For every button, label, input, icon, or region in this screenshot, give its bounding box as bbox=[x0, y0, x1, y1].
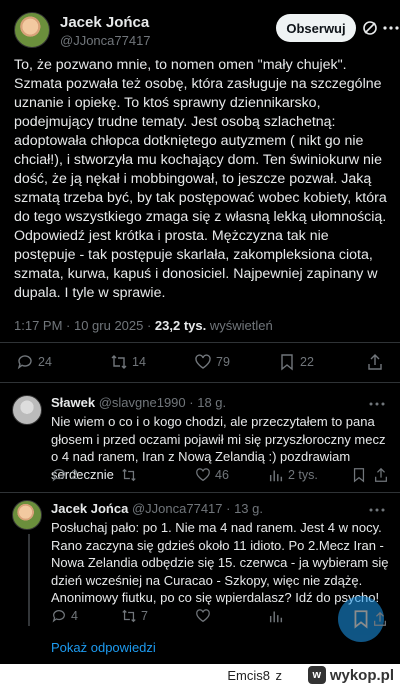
author-avatar[interactable] bbox=[14, 12, 50, 48]
more-options-icon[interactable] bbox=[368, 397, 386, 411]
reply-count: 4 bbox=[71, 609, 78, 623]
site-logo-icon: w bbox=[307, 666, 326, 684]
like-button[interactable]: 46 bbox=[195, 467, 229, 483]
like-button[interactable]: 79 bbox=[194, 353, 230, 371]
repost-button[interactable] bbox=[121, 467, 137, 483]
author-name[interactable]: Jacek Jońca bbox=[60, 14, 149, 31]
uploader-name: Emcis8 bbox=[227, 668, 270, 683]
post-actions: 24 14 79 22 bbox=[14, 353, 386, 373]
reply-count: 24 bbox=[38, 355, 52, 369]
repost-count: 7 bbox=[141, 609, 148, 623]
bookmark-icon bbox=[354, 610, 368, 629]
reply-button[interactable]: 4 bbox=[51, 608, 78, 624]
reply-button[interactable]: 24 bbox=[16, 353, 52, 371]
repost-icon bbox=[111, 355, 127, 369]
reply-time[interactable]: · 18 g. bbox=[186, 395, 226, 410]
reply-count: 2 bbox=[71, 468, 78, 482]
views-label: wyświetleń bbox=[206, 318, 273, 333]
repost-count: 14 bbox=[132, 355, 146, 369]
site-logo: w wykop.pl bbox=[307, 666, 394, 684]
views-icon bbox=[269, 611, 283, 623]
divider bbox=[0, 382, 400, 383]
author-handle[interactable]: @JJonca77417 bbox=[60, 33, 151, 48]
reply-header: Sławek @slavgne1990 · 18 g. bbox=[51, 395, 226, 410]
divider bbox=[0, 342, 400, 343]
bookmark-button[interactable]: 22 bbox=[278, 353, 314, 371]
reply-text: Posłuchaj pało: po 1. Nie ma 4 nad ranem… bbox=[51, 520, 393, 605]
watermark-bar: Emcis8 z w wykop.pl bbox=[0, 664, 400, 686]
share-button[interactable] bbox=[373, 467, 389, 483]
reply-avatar[interactable] bbox=[12, 395, 42, 425]
post-header: Jacek Jońca @JJonca77417 Obserwuj bbox=[14, 12, 399, 48]
reply-header: Jacek Jońca @JJonca77417 · 13 g. bbox=[51, 501, 263, 516]
reply-author-handle[interactable]: @slavgne1990 bbox=[99, 395, 186, 410]
bookmark-count: 22 bbox=[300, 355, 314, 369]
heart-icon bbox=[196, 468, 210, 482]
view-count: 23,2 tys. bbox=[154, 318, 207, 333]
uploader-preposition: z bbox=[275, 668, 283, 683]
divider bbox=[0, 492, 400, 493]
more-options-icon[interactable] bbox=[368, 503, 386, 517]
bookmark-icon bbox=[353, 468, 365, 483]
post-meta: 1:17 PM · 10 gru 2025 · 23,2 tys. wyświe… bbox=[14, 318, 273, 333]
grok-icon[interactable] bbox=[362, 20, 378, 36]
share-icon bbox=[375, 467, 387, 482]
like-button[interactable] bbox=[195, 608, 211, 624]
reply-icon bbox=[52, 469, 65, 482]
more-options-icon[interactable] bbox=[382, 20, 400, 36]
views-button[interactable]: 2 tys. bbox=[268, 467, 318, 483]
share-icon bbox=[368, 354, 382, 370]
bookmark-icon bbox=[281, 354, 293, 371]
post-timestamp[interactable]: 1:17 PM · 10 gru 2025 · bbox=[14, 318, 155, 333]
follow-button[interactable]: Obserwuj bbox=[276, 14, 356, 42]
views-icon bbox=[269, 470, 283, 482]
reply-avatar[interactable] bbox=[12, 500, 42, 530]
post-text: To, że pozwano mnie, to nomen omen "mały… bbox=[14, 57, 391, 301]
heart-icon bbox=[196, 609, 210, 623]
reply-author-name[interactable]: Jacek Jońca bbox=[51, 501, 128, 516]
bookmark-button[interactable] bbox=[351, 467, 367, 483]
site-name: wykop.pl bbox=[329, 666, 394, 684]
repost-button[interactable]: 7 bbox=[121, 608, 148, 624]
reply-button[interactable]: 2 bbox=[51, 467, 78, 483]
reply-icon bbox=[17, 355, 32, 370]
thread-line bbox=[28, 534, 30, 626]
share-button[interactable] bbox=[366, 353, 384, 371]
repost-icon bbox=[122, 468, 136, 482]
share-icon[interactable] bbox=[372, 611, 388, 627]
reply-icon bbox=[52, 610, 65, 623]
heart-icon bbox=[195, 354, 211, 369]
reply-author-name[interactable]: Sławek bbox=[51, 395, 95, 410]
reply-actions: 2 46 2 tys. bbox=[51, 467, 391, 487]
like-count: 46 bbox=[215, 468, 229, 482]
like-count: 79 bbox=[216, 355, 230, 369]
reply-time[interactable]: · 13 g. bbox=[223, 501, 263, 516]
repost-button[interactable]: 14 bbox=[110, 353, 146, 371]
views-count: 2 tys. bbox=[288, 468, 318, 482]
views-button[interactable] bbox=[268, 608, 284, 624]
repost-icon bbox=[122, 609, 136, 623]
reply-author-handle[interactable]: @JJonca77417 bbox=[132, 501, 223, 516]
show-replies-link[interactable]: Pokaż odpowiedzi bbox=[51, 640, 156, 655]
